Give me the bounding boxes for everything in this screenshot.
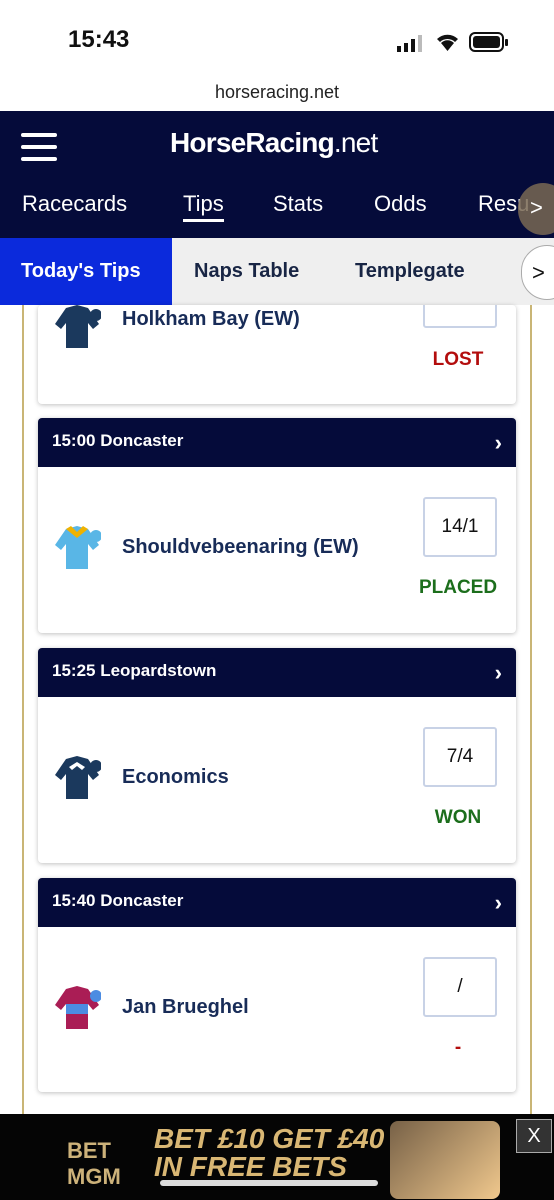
status-time: 15:43 [68, 26, 130, 53]
result-text: - [454, 1037, 462, 1058]
jockey-silks-icon [55, 526, 101, 569]
left-frame-line [22, 305, 24, 1117]
race-header[interactable]: 15:40 Doncaster › [38, 878, 516, 927]
odds-box[interactable]: / [423, 957, 497, 1017]
chevron-right-icon[interactable]: › [495, 890, 502, 916]
nav-stats[interactable]: Stats [273, 191, 323, 217]
odds-box[interactable]: 14/1 [423, 497, 497, 557]
horse-name: Holkham Bay (EW) [122, 308, 300, 330]
betmgm-logo: BET MGM [67, 1138, 121, 1189]
horse-name: Shouldvebeenaring (EW) [122, 536, 359, 558]
jockey-silks-icon [55, 756, 101, 799]
browser-url[interactable]: horseracing.net [0, 78, 554, 111]
chevron-right-icon[interactable]: › [495, 430, 502, 456]
horse-name: Jan Brueghel [122, 996, 249, 1018]
result-text: LOST [432, 349, 484, 370]
jockey-silks-icon [55, 986, 101, 1029]
tips-subnav: Today's Tips Naps Table Templegate [0, 238, 554, 305]
subnav-naps-table[interactable]: Naps Table [194, 238, 299, 305]
tip-card-holkham: Holkham Bay (EW) LOST [38, 305, 516, 404]
tip-card-1540: 15:40 Doncaster › Jan Brueghel / - [38, 878, 516, 1092]
jockey-silks-icon [55, 305, 101, 348]
subnav-todays-tips[interactable]: Today's Tips [0, 238, 172, 305]
hamburger-icon[interactable] [21, 133, 57, 161]
status-bar: 15:43 [0, 0, 554, 78]
horse-name: Economics [122, 766, 229, 788]
race-header[interactable]: 15:00 Doncaster › [38, 418, 516, 467]
result-text: PLACED [418, 577, 498, 598]
nav-odds[interactable]: Odds [374, 191, 427, 217]
tip-card-1500: 15:00 Doncaster › Shouldvebeenaring (EW) … [38, 418, 516, 633]
odds-box[interactable] [423, 305, 497, 328]
odds-box[interactable]: 7/4 [423, 727, 497, 787]
nav-racecards[interactable]: Racecards [22, 191, 127, 217]
nav-tips[interactable]: Tips [183, 191, 224, 222]
tip-card-1525: 15:25 Leopardstown › Economics 7/4 WON [38, 648, 516, 863]
result-text: WON [434, 807, 482, 828]
battery-icon [469, 32, 508, 52]
signal-icon [397, 35, 422, 52]
home-indicator [160, 1180, 378, 1186]
ad-image [390, 1121, 500, 1199]
race-header[interactable]: 15:25 Leopardstown › [38, 648, 516, 697]
wifi-icon [437, 34, 458, 51]
site-logo[interactable]: HorseRacing.net [170, 127, 378, 159]
ad-offer-text: BET £10 GET £40 IN FREE BETS [154, 1123, 385, 1182]
right-frame-line [530, 305, 532, 1117]
ad-close-button[interactable]: X [516, 1119, 552, 1153]
subnav-templegate[interactable]: Templegate [355, 238, 465, 305]
chevron-right-icon[interactable]: › [495, 660, 502, 686]
